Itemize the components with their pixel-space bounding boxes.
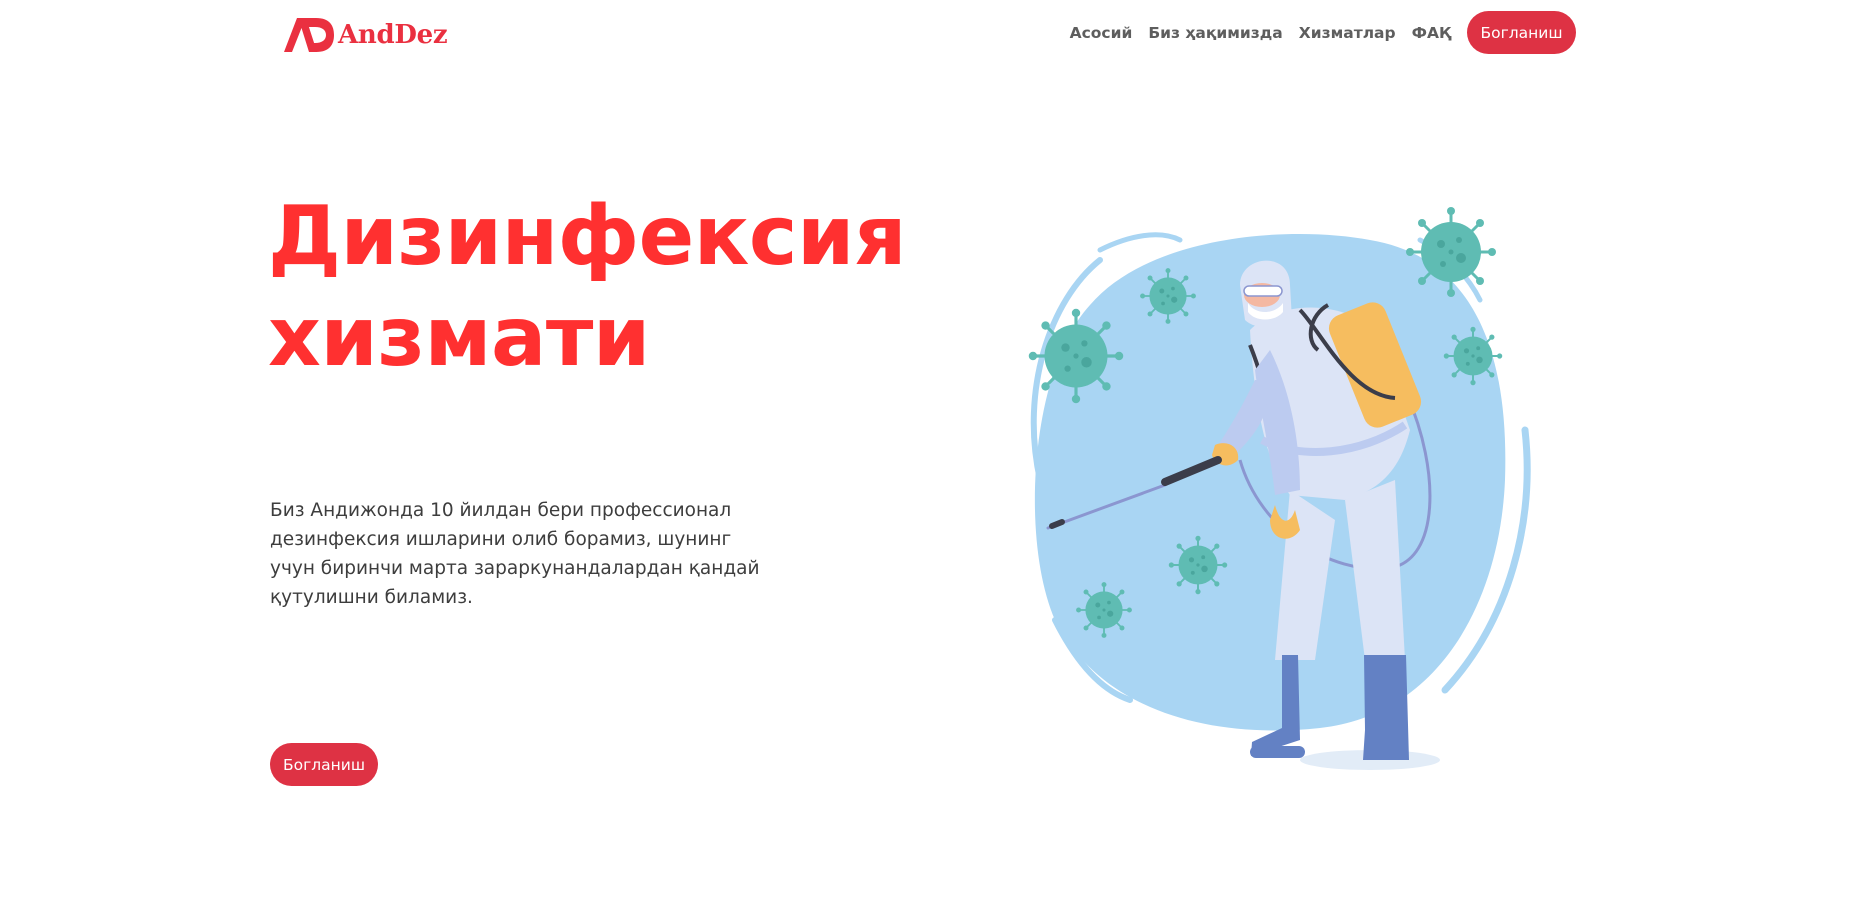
nav-link-about[interactable]: Биз ҳақимизда	[1148, 24, 1282, 42]
logo[interactable]: AndDez	[284, 16, 448, 54]
hero-contact-button[interactable]: Богланиш	[270, 743, 378, 786]
nav-link-faq[interactable]: ФАҚ	[1412, 24, 1451, 42]
landing-page: AndDez Асосий Биз ҳақимизда Хизматлар ФА…	[0, 0, 1873, 907]
main-nav: Асосий Биз ҳақимизда Хизматлар ФАҚ Богла…	[1070, 10, 1576, 55]
hero-description: Биз Андижонда 10 йилдан бери профессиона…	[270, 500, 760, 608]
anddez-logo-icon	[284, 18, 334, 52]
hero-title-line-2: хизмати	[268, 290, 650, 385]
nav-link-services[interactable]: Хизматлар	[1299, 24, 1396, 42]
logo-text: AndDez	[338, 20, 448, 50]
header-contact-button[interactable]: Богланиш	[1467, 11, 1576, 54]
hero-title: Дизинфексия хизмати	[268, 186, 907, 388]
disinfection-worker-illustration	[1027, 205, 1531, 770]
nav-link-home[interactable]: Асосий	[1070, 24, 1133, 42]
hero-title-line-1: Дизинфексия	[268, 189, 907, 284]
